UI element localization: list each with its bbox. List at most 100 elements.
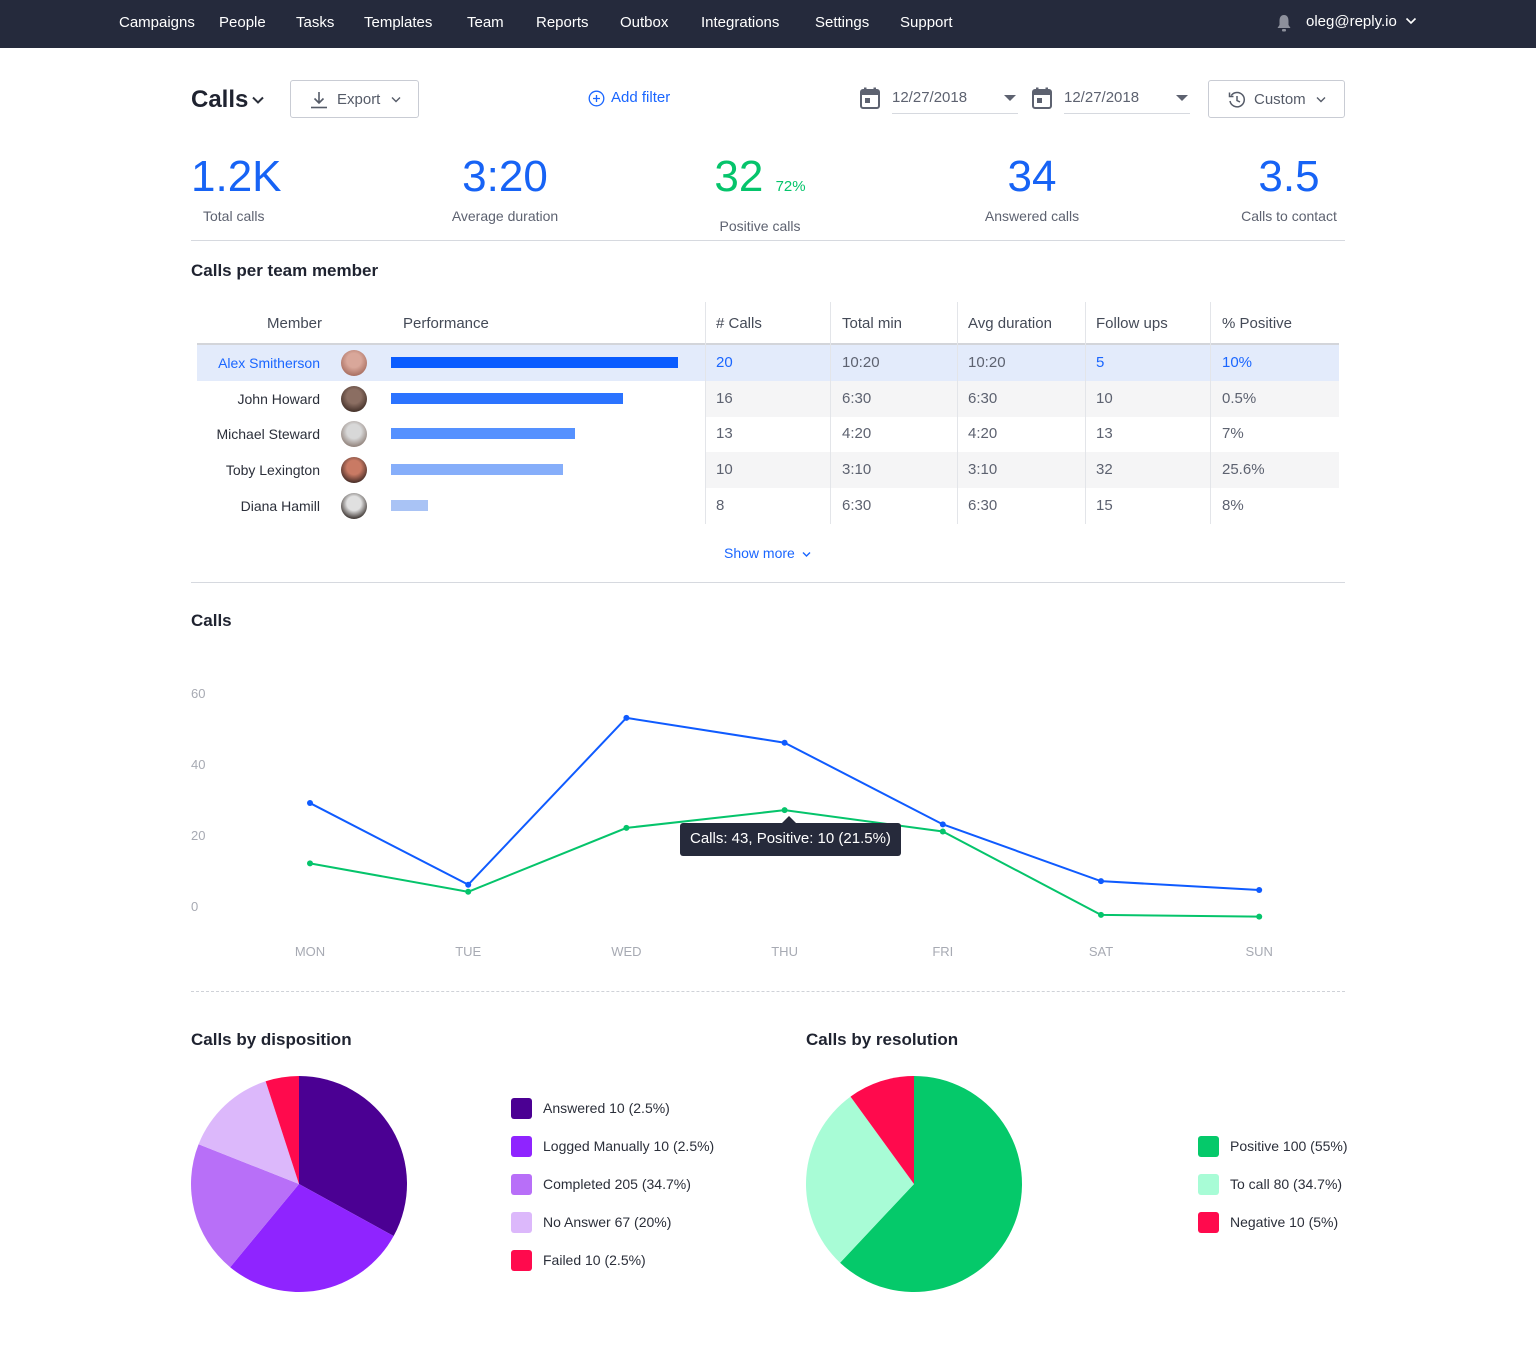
user-menu[interactable]: oleg@reply.io (1306, 13, 1397, 30)
nav-outbox[interactable]: Outbox (620, 14, 668, 31)
cell-total-min: 3:10 (842, 461, 872, 478)
data-point-positive[interactable] (307, 860, 313, 867)
col-positive[interactable]: % Positive (1222, 315, 1292, 332)
date-range-button[interactable]: Custom (1208, 80, 1345, 118)
nav-templates[interactable]: Templates (364, 14, 432, 31)
legend-swatch (511, 1136, 532, 1157)
stat-value: 34 (1007, 152, 1057, 201)
data-point-calls[interactable] (307, 800, 313, 807)
table-row[interactable]: John Howard 16 6:30 6:30 10 0.5% (197, 381, 1339, 417)
x-tick-label: MON (295, 944, 325, 959)
data-point-positive[interactable] (623, 824, 630, 831)
cell-positive: 10% (1222, 354, 1253, 371)
nav-tasks[interactable]: Tasks (296, 14, 334, 31)
resolution-title: Calls by resolution (806, 1030, 959, 1049)
data-point-calls[interactable] (781, 739, 788, 746)
avatar (341, 421, 367, 447)
date-to-field[interactable]: 12/27/2018 (1064, 86, 1190, 114)
x-tick-label: FRI (932, 944, 953, 959)
table-row[interactable]: Toby Lexington 10 3:10 3:10 32 25.6% (197, 452, 1339, 488)
show-more-label: Show more (724, 545, 795, 561)
data-point-positive[interactable] (1256, 913, 1263, 920)
data-point-calls[interactable] (1256, 887, 1263, 894)
cell-calls: 13 (716, 425, 733, 442)
show-more-link[interactable]: Show more (724, 545, 811, 561)
avatar (341, 493, 367, 519)
member-name[interactable]: Michael Steward (217, 426, 321, 442)
cell-calls: 8 (716, 497, 725, 514)
disposition-pie-chart (191, 1076, 407, 1292)
cell-total-min: 6:30 (842, 390, 872, 407)
chevron-down-icon (1316, 97, 1326, 103)
y-tick-label: 0 (191, 899, 198, 914)
data-point-calls[interactable] (623, 714, 630, 721)
nav-team[interactable]: Team (467, 14, 504, 31)
date-from-field[interactable]: 12/27/2018 (892, 86, 1018, 114)
table-row[interactable]: Michael Steward 13 4:20 4:20 13 7% (197, 416, 1339, 452)
table-row[interactable]: Alex Smitherson 20 10:20 10:20 5 10% (197, 345, 1339, 381)
col-follow-ups[interactable]: Follow ups (1096, 315, 1168, 332)
divider (191, 240, 1345, 241)
stat-calls-to-contact: 3.5 Calls to contact (1232, 150, 1346, 224)
col-avg-duration[interactable]: Avg duration (968, 315, 1052, 332)
cell-positive: 8% (1222, 497, 1244, 514)
export-label: Export (337, 91, 381, 108)
stat-average-duration: 3:20 Average duration (440, 150, 570, 224)
cell-positive: 0.5% (1222, 390, 1257, 407)
nav-settings[interactable]: Settings (815, 14, 869, 31)
chevron-down-icon[interactable] (1405, 16, 1417, 26)
performance-bar (391, 357, 678, 368)
data-point-calls[interactable] (1098, 878, 1104, 885)
member-name[interactable]: Alex Smitherson (218, 355, 320, 371)
nav-campaigns[interactable]: Campaigns (119, 14, 195, 31)
x-tick-label: THU (771, 944, 798, 959)
cell-positive: 25.6% (1222, 461, 1265, 478)
date-to-value: 12/27/2018 (1064, 89, 1140, 106)
data-point-positive[interactable] (465, 888, 472, 895)
column-divider (1210, 302, 1211, 524)
chevron-down-icon[interactable] (251, 95, 265, 105)
performance-bar (391, 393, 623, 404)
stat-label: Average duration (451, 208, 559, 224)
nav-integrations[interactable]: Integrations (701, 14, 779, 31)
member-name[interactable]: Toby Lexington (226, 462, 320, 478)
legend-label: Completed 205 (34.7%) (543, 1176, 691, 1192)
data-point-calls[interactable] (465, 881, 472, 888)
legend-swatch (1198, 1174, 1219, 1195)
resolution-pie-chart (806, 1076, 1022, 1292)
member-name[interactable]: John Howard (238, 391, 321, 407)
data-point-calls[interactable] (939, 821, 946, 828)
col-total-min[interactable]: Total min (842, 315, 902, 332)
cell-positive: 7% (1222, 425, 1244, 442)
calendar-icon[interactable] (860, 87, 880, 109)
export-button[interactable]: Export (290, 80, 419, 118)
col-calls[interactable]: # Calls (716, 315, 762, 332)
nav-support[interactable]: Support (900, 14, 953, 31)
cell-total-min: 10:20 (842, 354, 880, 371)
legend-swatch (511, 1174, 532, 1195)
cell-follow-ups: 10 (1096, 390, 1113, 407)
cell-calls: 20 (716, 354, 733, 371)
download-icon (311, 92, 327, 109)
nav-people[interactable]: People (219, 14, 266, 31)
caret-down-icon (1176, 95, 1188, 101)
data-point-positive[interactable] (939, 828, 946, 835)
bell-icon[interactable] (1276, 14, 1292, 32)
legend-label: To call 80 (34.7%) (1230, 1176, 1343, 1192)
x-tick-label: SUN (1245, 944, 1272, 959)
performance-bar (391, 428, 575, 439)
divider (191, 991, 1345, 992)
member-name[interactable]: Diana Hamill (241, 498, 320, 514)
stat-label: Answered calls (984, 208, 1080, 224)
calendar-icon[interactable] (1032, 87, 1052, 109)
table-row[interactable]: Diana Hamill 8 6:30 6:30 15 8% (197, 488, 1339, 524)
legend-swatch (511, 1212, 532, 1233)
disposition-title: Calls by disposition (191, 1030, 352, 1049)
cell-follow-ups: 5 (1096, 354, 1105, 371)
data-point-positive[interactable] (1098, 911, 1104, 918)
page-title[interactable]: Calls (191, 86, 248, 114)
data-point-positive[interactable] (781, 807, 788, 814)
nav-reports[interactable]: Reports (536, 14, 589, 31)
add-filter-label: Add filter (611, 89, 671, 106)
legend-label: Negative 10 (5%) (1230, 1214, 1339, 1230)
